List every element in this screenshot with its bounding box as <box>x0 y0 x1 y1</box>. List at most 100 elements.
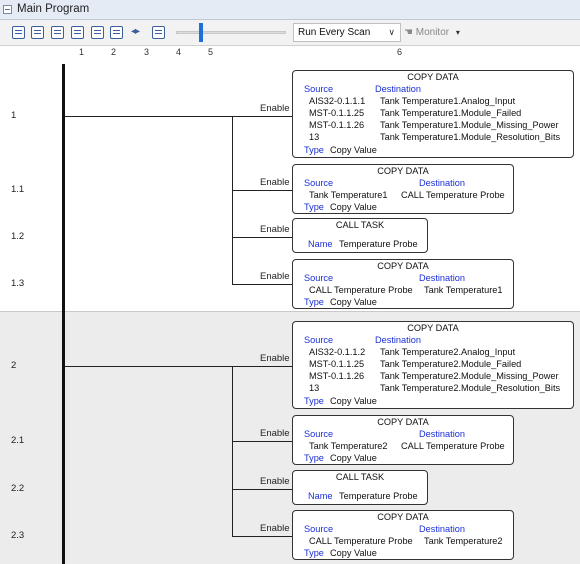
save-icon[interactable] <box>152 26 165 39</box>
rung-number[interactable]: 1.2 <box>11 231 24 242</box>
rung-number[interactable]: 1 <box>11 110 16 121</box>
instruction-block[interactable]: CALL TASK Name Temperature Probe <box>292 218 428 253</box>
type-label: Type <box>304 548 324 558</box>
rung-wire <box>232 441 292 442</box>
type-label: Type <box>304 453 324 463</box>
caret-down-icon: ▾ <box>455 28 460 37</box>
instruction-block[interactable]: COPY DATA Source Destination CALL Temperatu… <box>292 259 514 309</box>
block-title: CALL TASK <box>335 220 385 230</box>
rung-number[interactable]: 1.1 <box>11 184 24 195</box>
destination-value: Tank Temperature1.Module_Resolution_Bits <box>380 132 561 142</box>
list-icon[interactable] <box>91 26 104 39</box>
source-value: 13 <box>309 132 320 142</box>
rung-wire <box>232 366 292 367</box>
rung-number[interactable]: 2.1 <box>11 435 24 446</box>
instruction-block[interactable]: COPY DATA Source Destination Tank Temperatu… <box>292 164 514 214</box>
source-header: Source <box>304 429 334 439</box>
branch-wire <box>232 366 233 537</box>
type-value: Copy Value <box>330 297 377 307</box>
destination-header: Destination <box>419 429 465 439</box>
type-value: Copy Value <box>330 202 377 212</box>
source-header: Source <box>304 524 334 534</box>
run-mode-select[interactable]: Run Every Scan ∨ <box>293 23 401 42</box>
instruction-block[interactable]: COPY DATA Source Destination AIS32-0.1.1.2 T… <box>292 321 574 409</box>
text-icon[interactable] <box>71 26 84 39</box>
block-title: COPY DATA <box>377 512 429 522</box>
destination-value: Tank Temperature2.Analog_Input <box>380 347 516 357</box>
toolbar: ◂▸ Run Every Scan ∨ ☚ Monitor ▾ <box>0 20 580 46</box>
instruction-block[interactable]: COPY DATA Source Destination AIS32-0.1.1.1 T… <box>292 70 574 158</box>
destination-value: CALL Temperature Probe <box>401 190 505 200</box>
source-value: CALL Temperature Probe <box>309 285 413 295</box>
ruler-mark: 2 <box>111 47 117 57</box>
ruler-mark: 3 <box>144 47 150 57</box>
instruction-block[interactable]: COPY DATA Source Destination Tank Temperatu… <box>292 415 514 465</box>
rung-number[interactable]: 2 <box>11 360 16 371</box>
ruler-mark: 6 <box>397 47 403 57</box>
source-header: Source <box>304 273 334 283</box>
type-value: Copy Value <box>330 548 377 558</box>
rung-wire <box>232 237 292 238</box>
rung-number[interactable]: 2.3 <box>11 530 24 541</box>
enable-label: Enable <box>260 476 290 487</box>
destination-value: Tank Temperature2.Module_Missing_Power <box>380 371 559 381</box>
type-label: Type <box>304 396 324 406</box>
monitor-button[interactable]: ☚ Monitor ▾ <box>404 27 460 38</box>
destination-value: Tank Temperature2.Module_Resolution_Bits <box>380 383 561 393</box>
source-value: CALL Temperature Probe <box>309 536 413 546</box>
zoom-slider-track[interactable] <box>176 31 286 34</box>
destination-value: Tank Temperature2.Module_Failed <box>380 359 522 369</box>
rung-wire <box>232 284 292 285</box>
enable-label: Enable <box>260 103 290 114</box>
name-label: Name <box>308 239 333 249</box>
block-title: COPY DATA <box>377 261 429 271</box>
source-value: AIS32-0.1.1.2 <box>309 347 366 357</box>
power-rail <box>62 64 65 564</box>
type-value: Copy Value <box>330 453 377 463</box>
destination-value: CALL Temperature Probe <box>401 441 505 451</box>
edit-icon[interactable] <box>31 26 44 39</box>
ruler-mark: 1 <box>79 47 85 57</box>
rung-wire <box>232 536 292 537</box>
column-ruler: 1 2 3 4 5 6 <box>0 46 580 62</box>
move-arrows-icon[interactable]: ◂▸ <box>131 26 140 37</box>
source-value: MST-0.1.1.25 <box>309 359 365 369</box>
rung-number[interactable]: 1.3 <box>11 278 24 289</box>
source-header: Source <box>304 335 334 345</box>
destination-header: Destination <box>419 273 465 283</box>
chevron-down-icon: ∨ <box>388 27 395 37</box>
window-title: Main Program <box>17 3 90 15</box>
delete-icon[interactable] <box>110 26 123 39</box>
collapse-icon[interactable] <box>3 5 12 14</box>
run-mode-value: Run Every Scan <box>298 27 371 38</box>
source-value: Tank Temperature1 <box>309 190 388 200</box>
destination-header: Destination <box>375 84 421 94</box>
destination-header: Destination <box>375 335 421 345</box>
destination-header: Destination <box>419 178 465 188</box>
instruction-block[interactable]: COPY DATA Source Destination CALL Temperatu… <box>292 510 514 560</box>
source-value: MST-0.1.1.25 <box>309 108 365 118</box>
source-value: 13 <box>309 383 320 393</box>
branch-wire <box>232 116 233 285</box>
rung-number[interactable]: 2.2 <box>11 483 24 494</box>
destination-value: Tank Temperature1.Module_Failed <box>380 108 522 118</box>
copy-icon[interactable] <box>51 26 64 39</box>
type-value: Copy Value <box>330 396 377 406</box>
source-value: MST-0.1.1.26 <box>309 371 365 381</box>
ruler-mark: 5 <box>208 47 214 57</box>
monitor-icon: ☚ <box>404 27 413 38</box>
enable-label: Enable <box>260 523 290 534</box>
source-value: Tank Temperature2 <box>309 441 388 451</box>
block-title: COPY DATA <box>407 323 459 333</box>
enable-label: Enable <box>260 428 290 439</box>
zoom-slider-thumb[interactable] <box>199 23 203 42</box>
destination-header: Destination <box>419 524 465 534</box>
insert-rung-icon[interactable] <box>12 26 25 39</box>
monitor-label: Monitor <box>415 27 450 38</box>
enable-label: Enable <box>260 177 290 188</box>
block-title: COPY DATA <box>377 417 429 427</box>
source-value: MST-0.1.1.26 <box>309 120 365 130</box>
type-label: Type <box>304 297 324 307</box>
destination-value: Tank Temperature1 <box>424 285 503 295</box>
instruction-block[interactable]: CALL TASK Name Temperature Probe <box>292 470 428 505</box>
